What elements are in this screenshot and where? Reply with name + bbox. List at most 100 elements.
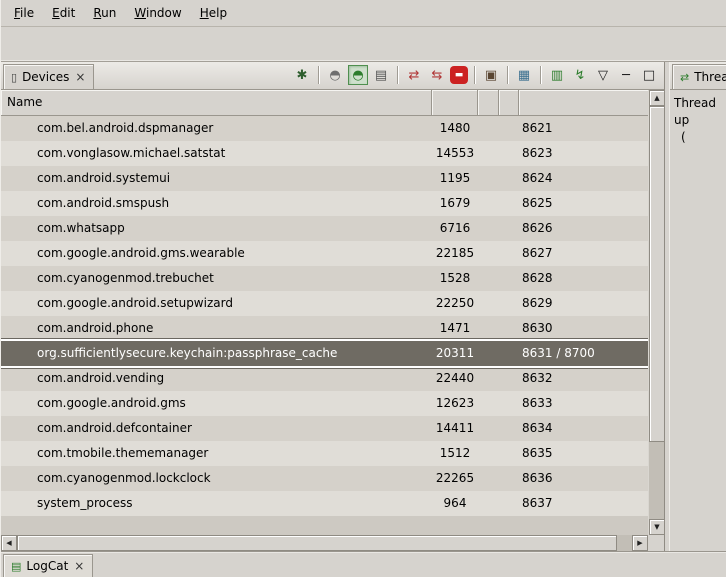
- menu-label: indow: [146, 6, 182, 20]
- toolbar-icon-glyph: □: [643, 69, 655, 82]
- com.android.systemui[interactable]: com.android.systemui 1195 8624: [1, 166, 648, 191]
- toolbar-icon-glyph: ▽: [598, 69, 608, 82]
- com.android.smspush[interactable]: com.android.smspush 1679 8625: [1, 191, 648, 216]
- maximize-icon[interactable]: □: [639, 65, 659, 85]
- cell-empty: [499, 316, 519, 341]
- org.sufficientlysecure.keychain:passphrase_cache[interactable]: org.sufficientlysecure.keychain:passphra…: [1, 341, 648, 366]
- menu-item[interactable]: Edit: [43, 2, 84, 24]
- toolbar-icon-glyph: ⇄: [409, 69, 420, 82]
- process-pid: 14411: [432, 416, 478, 441]
- threads-icon: ⇄: [680, 72, 689, 83]
- process-port: 8636: [519, 466, 648, 491]
- vertical-scroll-thumb[interactable]: [649, 106, 665, 442]
- cell-empty: [478, 341, 499, 366]
- column-header-empty[interactable]: [499, 90, 519, 116]
- scroll-track[interactable]: [617, 535, 632, 551]
- scroll-up-icon[interactable]: ▲: [649, 90, 665, 106]
- toolbar-separator: [507, 66, 508, 84]
- toolbar-icon-glyph: ✱: [297, 69, 308, 82]
- com.android.vending[interactable]: com.android.vending 22440 8632: [1, 366, 648, 391]
- system_process[interactable]: system_process 964 8637: [1, 491, 648, 516]
- tab-devices-label: Devices: [22, 70, 69, 84]
- cause-gc-icon[interactable]: ▤: [371, 65, 391, 85]
- process-name: system_process: [1, 491, 432, 516]
- menu-item[interactable]: File: [5, 2, 43, 24]
- process-port: 8627: [519, 241, 648, 266]
- debug-icon[interactable]: ✱: [292, 65, 312, 85]
- menu-label: ile: [20, 6, 34, 20]
- graph-view-icon[interactable]: ↯: [570, 65, 590, 85]
- cell-empty: [499, 266, 519, 291]
- close-icon[interactable]: ×: [74, 70, 86, 84]
- tab-logcat[interactable]: ▤ LogCat ×: [3, 554, 93, 577]
- tab-devices[interactable]: ▯ Devices ×: [3, 64, 94, 89]
- minimize-icon[interactable]: ─: [616, 65, 636, 85]
- show-heap-updates-icon[interactable]: ◓: [325, 65, 345, 85]
- scroll-down-icon[interactable]: ▼: [649, 519, 665, 535]
- horizontal-scroll-thumb[interactable]: [17, 535, 617, 551]
- process-name: com.vonglasow.michael.satstat: [1, 141, 432, 166]
- column-header-pid[interactable]: [432, 90, 478, 116]
- com.vonglasow.michael.satstat[interactable]: com.vonglasow.michael.satstat 14553 8623: [1, 141, 648, 166]
- toolbar-icon-glyph: ▣: [485, 69, 497, 82]
- screen-capture-icon[interactable]: ▣: [481, 65, 501, 85]
- cell-empty: [499, 416, 519, 441]
- scroll-right-icon[interactable]: ▶: [632, 535, 648, 551]
- com.tmobile.thememanager[interactable]: com.tmobile.thememanager 1512 8635: [1, 441, 648, 466]
- hierarchy-view-icon[interactable]: ▦: [514, 65, 534, 85]
- process-port: 8631 / 8700: [519, 341, 648, 366]
- scroll-left-icon[interactable]: ◀: [1, 535, 17, 551]
- com.google.android.gms.wearable[interactable]: com.google.android.gms.wearable 22185 86…: [1, 241, 648, 266]
- menu-item[interactable]: Window: [125, 2, 190, 24]
- process-name: com.google.android.gms.wearable: [1, 241, 432, 266]
- process-pid: 1512: [432, 441, 478, 466]
- process-pid: 22440: [432, 366, 478, 391]
- view-menu-icon[interactable]: ▽: [593, 65, 613, 85]
- menu-item[interactable]: Run: [84, 2, 125, 24]
- com.android.phone[interactable]: com.android.phone 1471 8630: [1, 316, 648, 341]
- menu-accel-letter: E: [52, 6, 60, 20]
- start-method-profiling-icon[interactable]: ⇆: [427, 65, 447, 85]
- cell-empty: [478, 266, 499, 291]
- cell-empty: [478, 416, 499, 441]
- column-header-empty[interactable]: [478, 90, 499, 116]
- process-pid: 1471: [432, 316, 478, 341]
- process-port: 8628: [519, 266, 648, 291]
- horizontal-scrollbar[interactable]: ◀ ▶: [1, 535, 648, 551]
- close-icon[interactable]: ×: [73, 559, 85, 573]
- tab-threads[interactable]: ⇄ Threads ×: [672, 64, 726, 89]
- threads-message-line1: Thread up: [674, 95, 726, 129]
- com.cyanogenmod.lockclock[interactable]: com.cyanogenmod.lockclock 22265 8636: [1, 466, 648, 491]
- com.whatsapp[interactable]: com.whatsapp 6716 8626: [1, 216, 648, 241]
- com.google.android.gms[interactable]: com.google.android.gms 12623 8633: [1, 391, 648, 416]
- process-name: com.android.defcontainer: [1, 416, 432, 441]
- com.cyanogenmod.trebuchet[interactable]: com.cyanogenmod.trebuchet 1528 8628: [1, 266, 648, 291]
- scroll-track[interactable]: [649, 442, 664, 519]
- cell-empty: [499, 141, 519, 166]
- update-heap-icon[interactable]: ◓: [348, 65, 368, 85]
- main-area: ▯ Devices × ✱ ◓ ◓ ▤ ⇄ ⇆ ▬ ▣ ▦ ▥ ↯ ▽ ─ □ …: [1, 62, 726, 551]
- cell-empty: [478, 216, 499, 241]
- tab-logcat-label: LogCat: [26, 559, 68, 573]
- com.bel.android.dspmanager[interactable]: com.bel.android.dspmanager 1480 8621: [1, 116, 648, 141]
- threads-message-line2: (: [674, 129, 726, 146]
- stop-process-icon[interactable]: ▬: [450, 66, 468, 84]
- cell-empty: [478, 466, 499, 491]
- tree-view-icon[interactable]: ▥: [547, 65, 567, 85]
- menu-item[interactable]: Help: [191, 2, 236, 24]
- cell-empty: [478, 191, 499, 216]
- toolbar-icon-glyph: ◓: [352, 69, 363, 82]
- com.google.android.setupwizard[interactable]: com.google.android.setupwizard 22250 862…: [1, 291, 648, 316]
- process-port: 8630: [519, 316, 648, 341]
- devices-tabstrip: ▯ Devices × ✱ ◓ ◓ ▤ ⇄ ⇆ ▬ ▣ ▦ ▥ ↯ ▽ ─ □: [1, 62, 664, 90]
- toolbar-icon-glyph: ▬: [455, 71, 464, 80]
- column-header-port[interactable]: [519, 90, 648, 116]
- update-threads-icon[interactable]: ⇄: [404, 65, 424, 85]
- process-port: 8635: [519, 441, 648, 466]
- column-header-name[interactable]: Name: [1, 90, 432, 116]
- vertical-scrollbar[interactable]: ▲ ▼: [648, 90, 664, 535]
- com.android.defcontainer[interactable]: com.android.defcontainer 14411 8634: [1, 416, 648, 441]
- process-port: 8629: [519, 291, 648, 316]
- toolbar-separator: [318, 66, 319, 84]
- cell-empty: [499, 166, 519, 191]
